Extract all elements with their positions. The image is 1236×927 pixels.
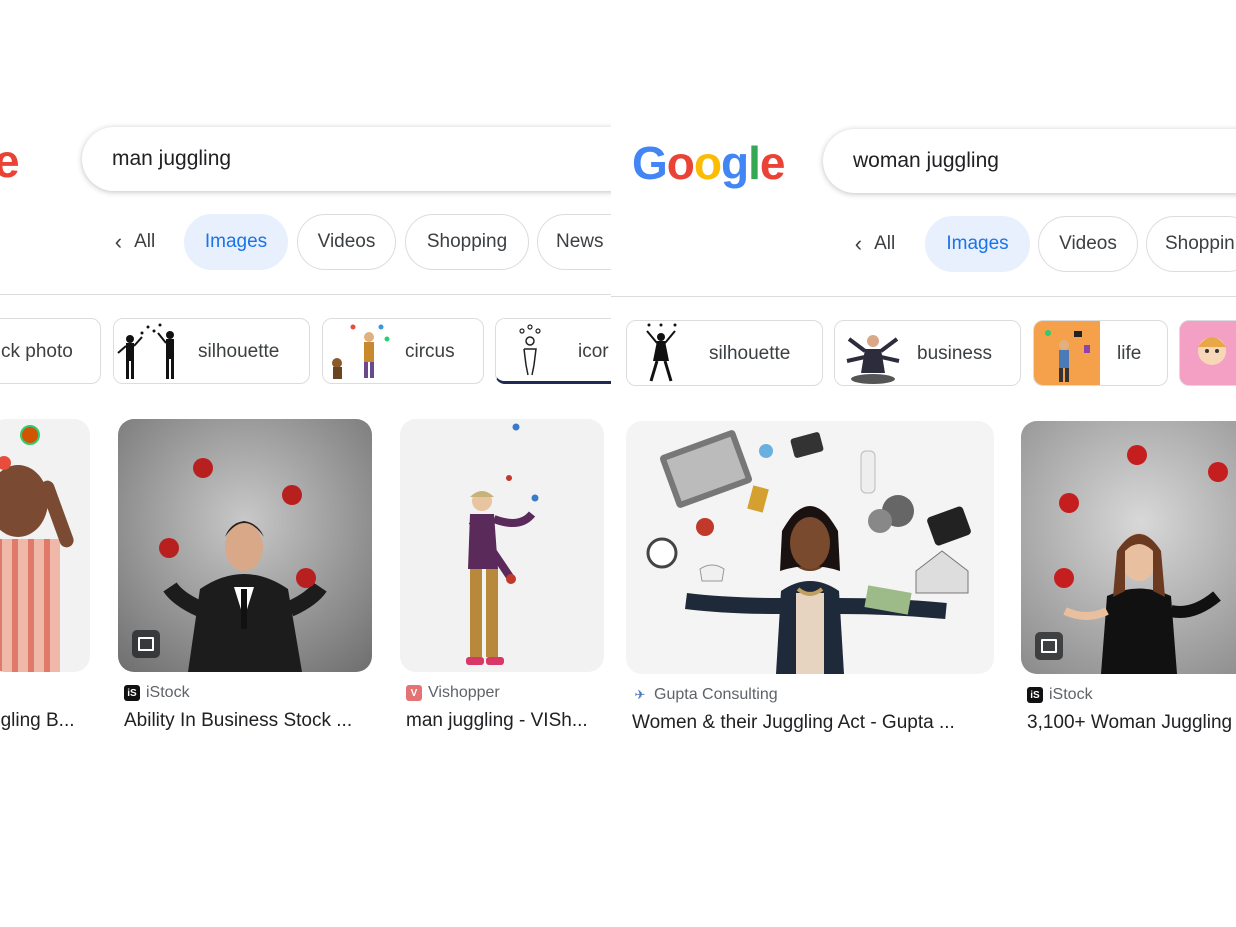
image-result[interactable]: iS iStock 3,100+ Woman Juggling [1021,421,1236,741]
istock-icon: iS [124,685,140,701]
tab-label: All [134,231,156,252]
circus-thumbnail [323,319,401,383]
silhouette-thumbnail [114,319,192,383]
result-image[interactable] [626,421,994,674]
search-box[interactable]: woman juggling [823,129,1236,193]
result-title[interactable]: 3,100+ Woman Juggling [1027,712,1232,734]
image-icon [1035,632,1063,660]
gupta-consulting-icon: ✈ [634,687,646,702]
life-thumbnail [1034,321,1100,385]
chip-label: icor [578,341,609,362]
chip-life[interactable]: life [1033,320,1168,386]
result-image[interactable] [118,419,372,672]
chip-stock-photo[interactable]: ck photo [0,318,101,384]
result-title[interactable]: man juggling - VISh... [406,710,588,732]
result-title[interactable]: ggling B... [0,710,75,732]
google-logo-fragment[interactable]: e [0,134,20,188]
tab-all[interactable]: ‹ All [100,214,170,270]
result-source: ✈ Gupta Consulting [632,686,778,704]
right-search-panel: Google woman juggling ‹ All Images Video… [611,0,1236,927]
tab-videos[interactable]: Videos [1038,216,1138,272]
image-result[interactable]: ✈ Gupta Consulting Women & their Juggling… [626,421,994,741]
chip-icon[interactable]: icor [495,318,611,384]
chip-label: circus [405,341,455,362]
chip-silhouette[interactable]: silhouette [113,318,310,384]
image-result[interactable]: e ggling B... [0,419,90,739]
tab-shopping[interactable]: Shopping [405,214,529,270]
icon-thumbnail [496,319,574,381]
chip-label: life [1117,343,1142,364]
image-result[interactable]: iS iStock Ability In Business Stock ... [118,419,372,739]
result-source: iS iStock [124,684,190,702]
result-source: V Vishopper [406,684,500,702]
chip-silhouette[interactable]: silhouette [626,320,823,386]
tab-news[interactable]: News [537,214,611,270]
chevron-left-icon: ‹ [114,229,123,254]
result-title[interactable]: Women & their Juggling Act - Gupta ... [632,712,955,734]
chip-business[interactable]: business [834,320,1021,386]
image-icon [132,630,160,658]
tab-shopping[interactable]: Shoppin [1146,216,1236,272]
tab-videos[interactable]: Videos [297,214,396,270]
result-image[interactable] [400,419,604,672]
result-image[interactable] [1021,421,1236,674]
istock-icon: iS [1027,687,1043,703]
filter-tabs: ‹ All Images Videos Shoppin [611,216,1236,272]
tab-images[interactable]: Images [925,216,1030,272]
chip-cartoon[interactable] [1179,320,1236,386]
divider [611,296,1236,297]
divider [0,294,611,295]
chip-label: silhouette [198,341,280,362]
result-title[interactable]: Ability In Business Stock ... [124,710,352,732]
vishopper-icon: V [406,685,422,701]
chip-label: silhouette [709,343,791,364]
tab-label: All [874,233,896,254]
image-result[interactable]: V Vishopper man juggling - VISh... [400,419,604,739]
tab-images[interactable]: Images [184,214,288,270]
result-image[interactable] [0,419,90,672]
cartoon-thumbnail [1180,321,1236,385]
filter-tabs: ‹ All Images Videos Shopping News [0,214,611,270]
search-input[interactable]: man juggling [112,147,231,171]
chevron-left-icon: ‹ [854,231,863,256]
tab-all[interactable]: ‹ All [840,216,910,272]
chip-circus[interactable]: circus [322,318,484,384]
left-search-panel: e man juggling ‹ All Images Videos Shopp… [0,0,611,927]
search-input[interactable]: woman juggling [853,149,999,173]
silhouette-thumbnail [627,321,705,385]
chip-label: ck photo [1,341,73,362]
chip-label: business [917,343,992,364]
google-logo[interactable]: Google [632,136,785,190]
search-box[interactable]: man juggling [82,127,611,191]
business-thumbnail [835,321,913,385]
result-source: iS iStock [1027,686,1093,704]
